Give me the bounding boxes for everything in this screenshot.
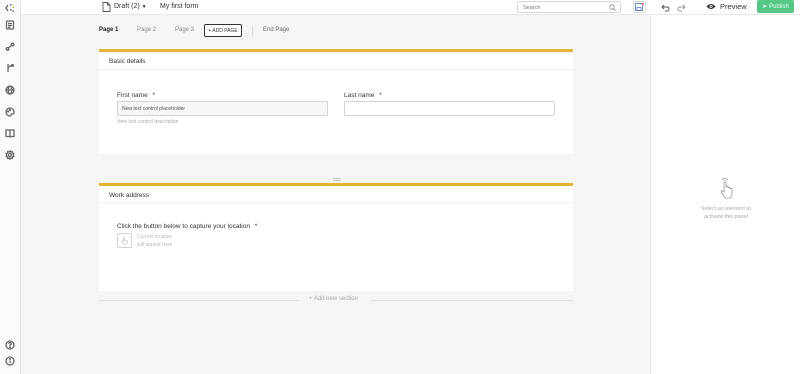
tab-page-1[interactable]: Page 1 (99, 27, 118, 33)
info-icon[interactable] (4, 355, 16, 367)
panel-message-line-2: activate this panel (703, 214, 749, 220)
capture-location-label: Click the button below to capture your l… (117, 223, 257, 230)
settings-gear-icon[interactable] (4, 149, 16, 161)
redo-icon[interactable] (677, 3, 686, 12)
save-icon[interactable] (633, 1, 646, 13)
panel-message-line-1: Select an element to (700, 206, 752, 212)
form-document-icon[interactable] (4, 19, 16, 31)
search-icon[interactable] (609, 4, 616, 11)
first-name-label-text: First name (117, 92, 148, 99)
undo-icon[interactable] (661, 3, 670, 12)
draft-label: Draft (2) (114, 3, 140, 10)
section-title: Work address (109, 192, 149, 199)
section-divider (99, 69, 573, 70)
workflow-icon[interactable] (4, 41, 16, 53)
first-name-field[interactable]: New text control placeholder (117, 101, 328, 116)
divider-line (371, 300, 573, 301)
draft-version-dropdown[interactable]: Draft (2) ▼ (114, 3, 147, 10)
required-mark: * (152, 92, 156, 99)
required-mark: * (254, 223, 258, 230)
top-bar: Draft (2) ▼ My first form Preview (21, 0, 800, 15)
search-input[interactable] (523, 4, 608, 11)
required-mark: * (379, 92, 382, 99)
tab-page-2[interactable]: Page 2 (137, 27, 156, 33)
tap-gesture-icon (720, 177, 733, 199)
preview-button[interactable]: Preview (706, 2, 747, 11)
section-work-address[interactable]: Work address Click the button below to c… (99, 183, 573, 291)
draft-document-icon (102, 2, 111, 12)
add-page-button[interactable]: + ADD PAGE (204, 24, 242, 37)
logo-grid-icon[interactable] (4, 2, 16, 14)
section-drag-handle[interactable] (333, 178, 341, 181)
globe-icon[interactable] (4, 84, 16, 96)
section-title: Basic details (109, 58, 146, 65)
tab-divider (252, 26, 253, 36)
first-name-description: New text control description (117, 119, 179, 125)
page-tabs: Page 1 Page 2 Page 3 + ADD PAGE End Page (21, 24, 650, 38)
capture-location-button[interactable] (117, 233, 132, 248)
location-hint-line-2: will appear here (137, 242, 173, 248)
tab-page-3[interactable]: Page 3 (175, 27, 194, 33)
properties-panel: Select an element to activate this panel (650, 15, 800, 374)
form-title[interactable]: My first form (160, 3, 199, 10)
divider-line (99, 300, 299, 301)
eye-icon (706, 4, 716, 9)
location-hint: Current location will appear here (137, 233, 172, 249)
capture-location-label-text: Click the button below to capture your l… (117, 223, 250, 230)
section-basic-details[interactable]: Basic details First name * New text cont… (99, 49, 573, 154)
first-name-label: First name * (117, 92, 155, 99)
hand-pointer-icon (121, 236, 128, 245)
preview-label: Preview (720, 2, 747, 11)
chevron-down-icon: ▼ (141, 3, 147, 10)
first-name-value: New text control placeholder (122, 106, 186, 112)
send-icon: ➤ (762, 4, 768, 10)
search-box[interactable] (517, 1, 621, 13)
last-name-field[interactable] (344, 101, 555, 116)
publish-label: Publish (769, 3, 789, 10)
form-canvas: Page 1 Page 2 Page 3 + ADD PAGE End Page… (21, 15, 650, 374)
left-rail (0, 0, 21, 374)
panel-empty-message: Select an element to activate this panel (681, 205, 771, 221)
palette-icon[interactable] (4, 106, 16, 118)
last-name-label-text: Last name (344, 92, 375, 99)
add-section-button[interactable]: + Add new section (309, 296, 358, 302)
publish-button[interactable]: ➤ Publish (757, 0, 794, 13)
tab-end-page[interactable]: End Page (263, 27, 289, 33)
branch-icon[interactable] (4, 62, 16, 74)
location-hint-line-1: Current location (137, 234, 173, 240)
help-question-icon[interactable] (4, 339, 16, 351)
book-icon[interactable] (4, 127, 16, 139)
last-name-label: Last name * (344, 92, 382, 99)
section-divider (99, 203, 573, 204)
add-section-row: + Add new section (99, 295, 573, 305)
